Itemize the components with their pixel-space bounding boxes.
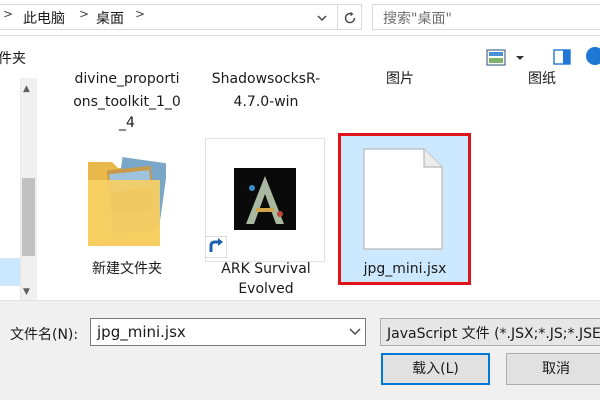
refresh-button[interactable]: [338, 4, 362, 30]
filename-field[interactable]: jpg_mini.jsx: [90, 318, 366, 346]
file-name-line: Evolved: [238, 281, 294, 297]
view-mode-icon[interactable]: [485, 48, 529, 68]
refresh-icon: [344, 11, 356, 24]
ark-shortcut-icon: [234, 168, 296, 230]
address-bar: > 此电脑 > 桌面 > 搜索"桌面": [0, 0, 600, 36]
file-name-line: ShadowsocksR-: [211, 71, 321, 87]
file-name-line: 新建文件夹: [92, 261, 162, 277]
file-name-line: ons_toolkit_1_0: [73, 94, 181, 110]
nav-selected-item[interactable]: [0, 258, 20, 286]
cancel-button[interactable]: 取消: [506, 353, 600, 385]
annotation-highlight-box: [338, 133, 471, 285]
breadcrumb-item-this-pc[interactable]: 此电脑: [23, 8, 65, 28]
file-name-line: ARK Survival: [221, 261, 311, 277]
file-name-line: divine_proporti: [74, 71, 180, 87]
filename-value[interactable]: jpg_mini.jsx: [97, 323, 186, 341]
breadcrumb[interactable]: > 此电脑 > 桌面 >: [0, 4, 338, 30]
scroll-up-icon[interactable]: ▲: [23, 84, 30, 94]
help-icon[interactable]: [586, 47, 600, 65]
chevron-down-icon[interactable]: [349, 327, 361, 337]
file-name-line: _4: [119, 115, 135, 131]
file-name-line: 图纸: [528, 71, 556, 87]
nav-scrollbar-thumb[interactable]: [22, 178, 35, 256]
breadcrumb-separator[interactable]: >: [79, 7, 89, 21]
search-input[interactable]: 搜索"桌面": [372, 4, 600, 30]
open-button[interactable]: 载入(L): [381, 353, 490, 385]
folder-with-photos-icon: [88, 157, 166, 246]
new-folder-button[interactable]: 件夹: [0, 48, 26, 68]
preview-pane-icon[interactable]: [553, 49, 571, 65]
filetype-select[interactable]: JavaScript 文件 (*.JSX;*.JS;*.JSE: [380, 318, 600, 346]
search-placeholder: 搜索"桌面": [383, 11, 452, 27]
filename-label: 文件名(N):: [10, 327, 79, 343]
breadcrumb-separator[interactable]: >: [3, 7, 13, 21]
file-name-line: 4.7.0-win: [233, 94, 299, 110]
filetype-value: JavaScript 文件 (*.JSX;*.JS;*.JSE: [387, 326, 600, 342]
shortcut-arrow-icon: [205, 236, 227, 258]
chevron-down-icon[interactable]: [315, 11, 329, 25]
breadcrumb-separator[interactable]: >: [135, 7, 145, 21]
file-name-line: 图片: [386, 71, 414, 87]
dialog-footer: [0, 300, 600, 400]
scroll-down-icon[interactable]: ▼: [23, 287, 30, 297]
breadcrumb-item-desktop[interactable]: 桌面: [96, 8, 124, 28]
